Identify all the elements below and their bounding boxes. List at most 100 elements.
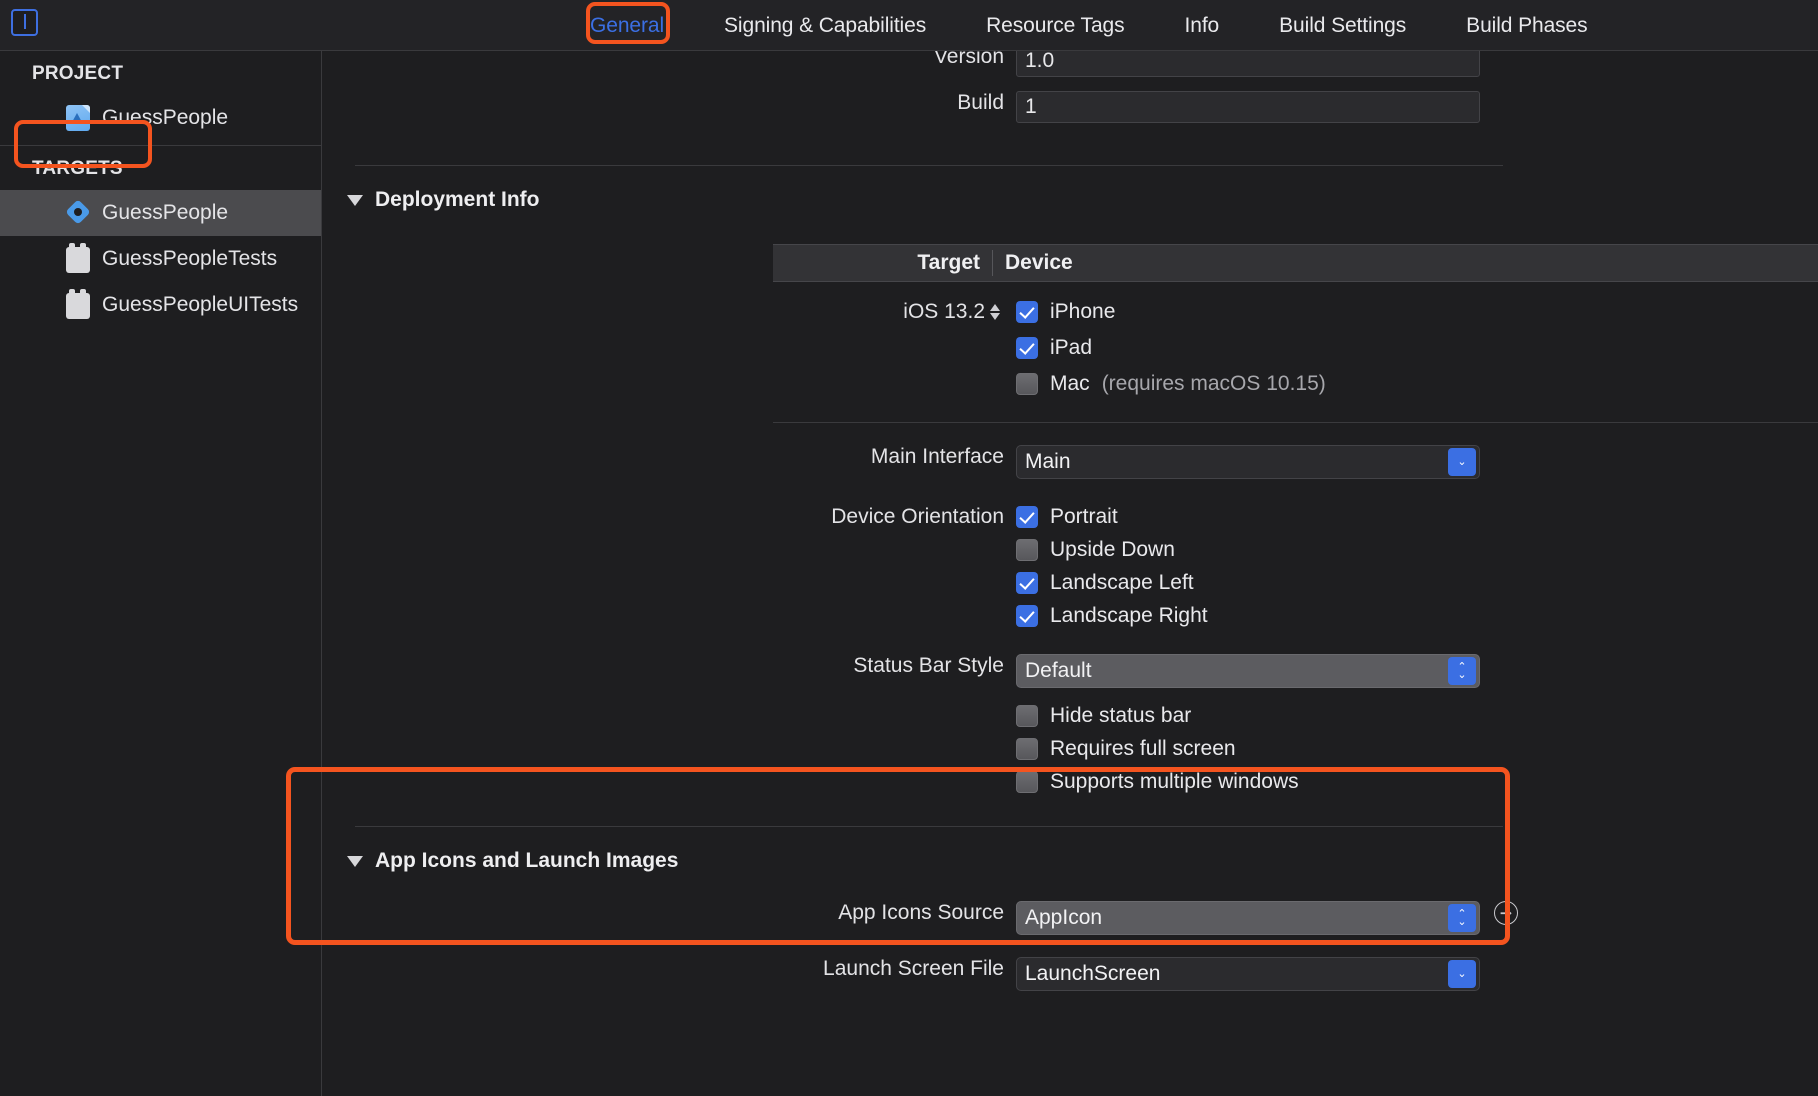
checkbox-portrait[interactable] bbox=[1016, 506, 1038, 528]
app-icons-source-select[interactable]: AppIcon ⌃ ⌄ bbox=[1016, 901, 1480, 935]
orientation-label: Landscape Right bbox=[1050, 604, 1208, 627]
launch-screen-file-label: Launch Screen File bbox=[823, 957, 1004, 980]
status-bar-style-row: Status Bar Style Default ⌃ ⌄ bbox=[323, 654, 1818, 688]
deployment-target-row: iOS 13.2 iPhone iPad Mac (requires macOS… bbox=[323, 300, 1818, 396]
device-label: iPhone bbox=[1050, 300, 1116, 323]
editor-tab-bar: General Signing & Capabilities Resource … bbox=[0, 0, 1818, 51]
device-checkbox-iphone[interactable]: iPhone bbox=[1016, 300, 1326, 324]
status-options-row: Hide status bar Requires full screen Sup… bbox=[323, 704, 1818, 794]
status-bar-style-label: Status Bar Style bbox=[853, 654, 1004, 677]
option-hide-status-bar[interactable]: Hide status bar bbox=[1016, 704, 1299, 728]
chevron-down-icon[interactable]: ⌄ bbox=[1448, 960, 1476, 988]
tab-general[interactable]: General bbox=[560, 14, 694, 38]
chevron-down-icon[interactable]: ⌄ bbox=[1448, 448, 1476, 476]
sidebar-item-target-guesspeopletests[interactable]: GuessPeopleTests bbox=[0, 236, 321, 282]
device-checkbox-ipad[interactable]: iPad bbox=[1016, 336, 1326, 360]
column-header-target: Target bbox=[917, 251, 980, 274]
orientation-checkbox-portrait[interactable]: Portrait bbox=[1016, 505, 1208, 529]
tab-info[interactable]: Info bbox=[1155, 14, 1250, 38]
app-icons-source-row: App Icons Source AppIcon ⌃ ⌄ ➔ bbox=[323, 901, 1818, 935]
app-icons-section-title: App Icons and Launch Images bbox=[375, 849, 679, 872]
main-interface-select[interactable]: Main ⌄ bbox=[1016, 445, 1480, 479]
orientation-label: Upside Down bbox=[1050, 538, 1175, 561]
app-icons-source-value: AppIcon bbox=[1025, 906, 1103, 929]
device-table-header: Target Device bbox=[773, 244, 1818, 282]
app-icons-source-label: App Icons Source bbox=[838, 901, 1004, 924]
editor-layout-icon[interactable] bbox=[11, 9, 38, 36]
sidebar-item-label: GuessPeopleTests bbox=[102, 247, 278, 270]
deployment-target-value-wrap: iOS 13.2 bbox=[323, 300, 1016, 324]
section-divider-3 bbox=[355, 826, 1503, 827]
tab-resource-tags[interactable]: Resource Tags bbox=[956, 14, 1154, 38]
tab-build-phases[interactable]: Build Phases bbox=[1436, 14, 1617, 38]
section-divider-1 bbox=[355, 165, 1503, 166]
deployment-info-title: Deployment Info bbox=[375, 188, 540, 211]
deployment-target-version: iOS 13.2 bbox=[903, 300, 985, 323]
sidebar-header-targets: TARGETS bbox=[32, 158, 123, 179]
version-label: Version bbox=[933, 51, 1004, 68]
chevron-up-down-icon[interactable]: ⌃ ⌄ bbox=[1448, 657, 1476, 685]
device-requirement-note: (requires macOS 10.15) bbox=[1101, 372, 1326, 395]
version-row: Version 1.0 bbox=[323, 51, 1818, 77]
orientation-checkbox-landscape-right[interactable]: Landscape Right bbox=[1016, 604, 1208, 628]
build-input[interactable]: 1 bbox=[1016, 91, 1480, 123]
tab-list: General Signing & Capabilities Resource … bbox=[560, 0, 1618, 51]
app-icons-disclosure[interactable]: App Icons and Launch Images bbox=[347, 849, 1818, 873]
option-label: Supports multiple windows bbox=[1050, 770, 1299, 793]
main-interface-label: Main Interface bbox=[870, 445, 1004, 468]
device-checkbox-group: iPhone iPad Mac (requires macOS 10.15) bbox=[1016, 300, 1326, 396]
version-input[interactable]: 1.0 bbox=[1016, 51, 1480, 77]
option-label: Requires full screen bbox=[1050, 737, 1236, 760]
main-interface-row: Main Interface Main ⌄ bbox=[323, 445, 1818, 479]
sidebar-item-target-guesspeople[interactable]: GuessPeople bbox=[0, 190, 321, 236]
checkbox-hide-status-bar[interactable] bbox=[1016, 705, 1038, 727]
chevron-up-down-icon[interactable]: ⌃ ⌄ bbox=[1448, 904, 1476, 932]
status-bar-style-select[interactable]: Default ⌃ ⌄ bbox=[1016, 654, 1480, 688]
sidebar-item-target-guesspeopleuitests[interactable]: GuessPeopleUITests bbox=[0, 282, 321, 328]
device-label: iPad bbox=[1050, 336, 1093, 359]
app-target-icon bbox=[66, 200, 90, 226]
checkbox-upside-down[interactable] bbox=[1016, 539, 1038, 561]
orientation-label: Landscape Left bbox=[1050, 571, 1194, 594]
orientation-checkbox-landscape-left[interactable]: Landscape Left bbox=[1016, 571, 1208, 595]
checkbox-landscape-left[interactable] bbox=[1016, 572, 1038, 594]
tab-signing-capabilities[interactable]: Signing & Capabilities bbox=[694, 14, 956, 38]
arrow-right-circle-icon[interactable]: ➔ bbox=[1494, 901, 1518, 925]
checkbox-landscape-right[interactable] bbox=[1016, 605, 1038, 627]
sidebar-item-project-guesspeople[interactable]: GuessPeople bbox=[0, 95, 321, 141]
orientation-checkbox-upside-down[interactable]: Upside Down bbox=[1016, 538, 1208, 562]
test-bundle-icon bbox=[66, 243, 90, 273]
deployment-target-stepper[interactable] bbox=[990, 304, 1000, 320]
launch-screen-file-select[interactable]: LaunchScreen ⌄ bbox=[1016, 957, 1480, 991]
option-requires-full-screen[interactable]: Requires full screen bbox=[1016, 737, 1299, 761]
sidebar-item-label: GuessPeopleUITests bbox=[102, 293, 299, 316]
device-orientation-label: Device Orientation bbox=[831, 505, 1004, 528]
checkbox-requires-full-screen[interactable] bbox=[1016, 738, 1038, 760]
test-bundle-icon bbox=[66, 289, 90, 319]
general-settings-pane: Version 1.0 Build 1 Deployment Info Targ… bbox=[323, 51, 1818, 1096]
build-label: Build bbox=[957, 91, 1004, 114]
checkbox-mac[interactable] bbox=[1016, 373, 1038, 395]
column-header-device: Device bbox=[992, 250, 1818, 276]
checkbox-supports-multiple-windows[interactable] bbox=[1016, 771, 1038, 793]
checkbox-ipad[interactable] bbox=[1016, 337, 1038, 359]
xcodeproj-icon bbox=[66, 105, 90, 131]
launch-screen-file-value: LaunchScreen bbox=[1025, 962, 1161, 985]
sidebar-header-project: PROJECT bbox=[32, 63, 124, 84]
option-supports-multiple-windows[interactable]: Supports multiple windows bbox=[1016, 770, 1299, 794]
chevron-down-icon bbox=[347, 194, 363, 206]
checkbox-iphone[interactable] bbox=[1016, 301, 1038, 323]
device-checkbox-mac[interactable]: Mac (requires macOS 10.15) bbox=[1016, 372, 1326, 396]
device-orientation-row: Device Orientation Portrait Upside Down … bbox=[323, 505, 1818, 628]
deployment-info-disclosure[interactable]: Deployment Info bbox=[347, 188, 1818, 212]
xcode-project-editor: General Signing & Capabilities Resource … bbox=[0, 0, 1818, 1096]
device-label: Mac bbox=[1050, 372, 1090, 395]
tab-build-settings[interactable]: Build Settings bbox=[1249, 14, 1436, 38]
build-row: Build 1 bbox=[323, 91, 1818, 123]
chevron-down-icon bbox=[347, 855, 363, 867]
status-options-group: Hide status bar Requires full screen Sup… bbox=[1016, 704, 1299, 794]
launch-screen-file-row: Launch Screen File LaunchScreen ⌄ bbox=[323, 957, 1818, 991]
section-divider-2 bbox=[773, 422, 1818, 423]
status-bar-style-value: Default bbox=[1025, 659, 1092, 682]
project-navigator-sidebar: PROJECT GuessPeople TARGETS GuessPeople … bbox=[0, 51, 322, 1096]
